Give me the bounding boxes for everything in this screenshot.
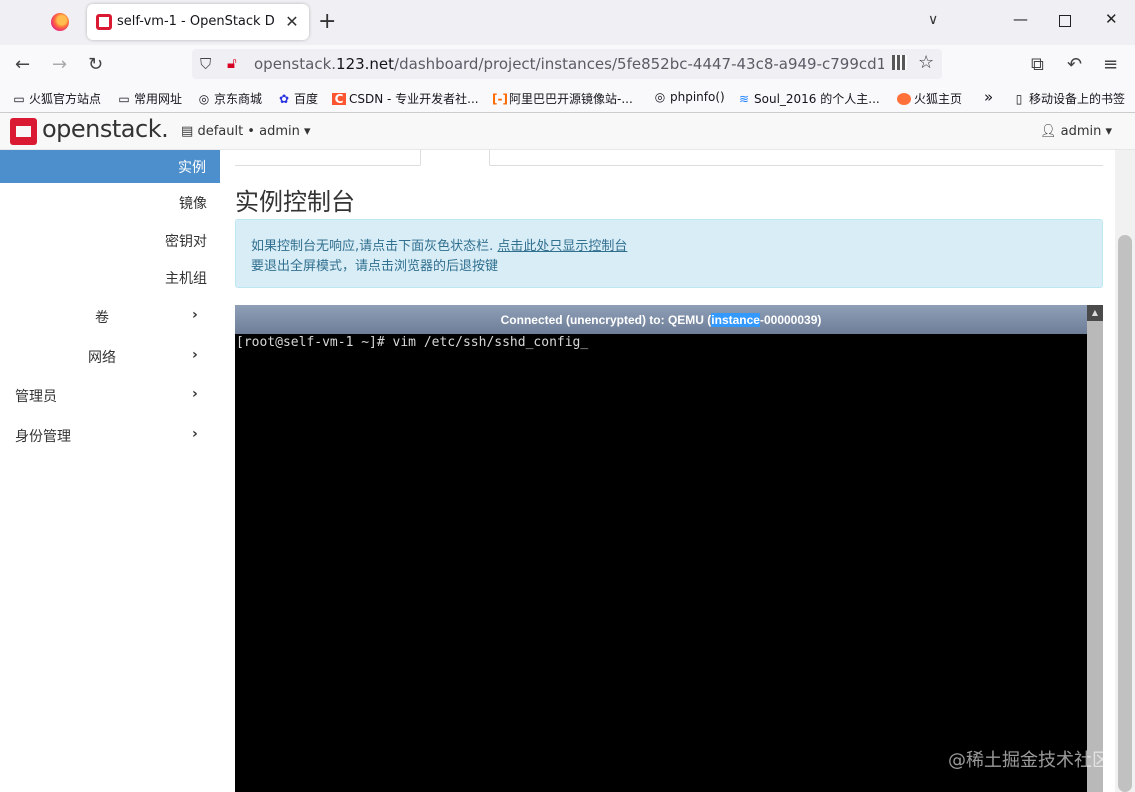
openstack-header: openstack. ▤ default • admin ▾ 👤︎ admin … xyxy=(0,113,1135,150)
project-icon: ▤ xyxy=(181,124,194,139)
instance-tabs xyxy=(235,150,1103,166)
vnc-console[interactable]: Connected (unencrypted) to: QEMU (instan… xyxy=(235,305,1087,792)
console-only-link[interactable]: 点击此处只显示控制台 xyxy=(497,239,627,254)
bookmark-item[interactable]: ◎ phpinfo() xyxy=(653,90,725,104)
sidebar-group-network[interactable]: 网络 xyxy=(88,347,116,367)
close-window-icon[interactable]: ✕ xyxy=(1105,10,1118,28)
page-title: 实例控制台 xyxy=(235,188,355,216)
folder-icon: ▭ xyxy=(13,91,25,106)
list-all-tabs-icon[interactable]: ∨ xyxy=(928,12,938,28)
reload-icon[interactable]: ↻ xyxy=(88,54,103,76)
shield-icon[interactable]: ⛉ xyxy=(200,55,211,73)
console-status-bar[interactable]: Connected (unencrypted) to: QEMU (instan… xyxy=(235,305,1087,334)
firefox-icon xyxy=(897,92,911,105)
scroll-up-icon[interactable]: ▲ xyxy=(1087,305,1103,321)
aliyun-icon: [-] xyxy=(492,91,508,106)
bookmark-item[interactable]: ▯ 移动设备上的书签 xyxy=(1012,90,1125,107)
bookmark-star-icon[interactable]: ☆ xyxy=(918,52,934,73)
back-icon[interactable]: ← xyxy=(15,54,30,76)
browser-tab-active[interactable]: self-vm-1 - OpenStack Dashb ✕ xyxy=(87,4,309,40)
chevron-right-icon[interactable]: › xyxy=(192,347,198,363)
sidebar-section-admin[interactable]: 管理员 xyxy=(15,386,57,406)
watermark: @稀土掘金技术社区 xyxy=(948,750,1110,771)
main-content: 实例控制台 如果控制台无响应,请点击下面灰色状态栏. 点击此处只显示控制台 要退… xyxy=(220,150,1115,792)
firefox-icon[interactable] xyxy=(51,13,69,31)
project-switcher[interactable]: ▤ default • admin ▾ xyxy=(181,124,311,139)
sidebar: 实例 镜像 密钥对 主机组 卷 › 网络 › 管理员 › 身份管理 › xyxy=(0,150,220,792)
close-tab-icon[interactable]: ✕ xyxy=(281,11,303,33)
sidebar-section-identity[interactable]: 身份管理 xyxy=(15,426,71,446)
openstack-favicon-icon xyxy=(96,14,112,30)
share-icon[interactable]: ↶ xyxy=(1067,54,1082,76)
mobile-icon: ▯ xyxy=(1015,91,1023,106)
bookmark-item[interactable]: ≋ Soul_2016 的个人主... xyxy=(737,90,880,107)
console-scrollbar[interactable]: ▲ xyxy=(1087,305,1103,792)
csdn-icon: C xyxy=(332,92,346,105)
bookmark-item[interactable]: 火狐主页 xyxy=(897,90,962,107)
chevron-right-icon[interactable]: › xyxy=(192,307,198,323)
bookmark-item[interactable]: C CSDN - 专业开发者社... xyxy=(332,90,479,107)
bookmark-icon: ≋ xyxy=(738,91,750,106)
url-text[interactable]: openstack.123.net/dashboard/project/inst… xyxy=(254,55,884,73)
page-scrollbar[interactable] xyxy=(1115,150,1135,792)
bookmarks-bar: ▭ 火狐官方站点 ▭ 常用网址 ◎ 京东商城 ✿ 百度 C CSDN - 专业开发者社..… xyxy=(0,85,1135,113)
scrollbar-thumb[interactable] xyxy=(1118,235,1132,792)
forward-icon[interactable]: → xyxy=(52,54,67,76)
bookmarks-overflow-button[interactable]: » xyxy=(984,88,993,106)
alert-text: 如果控制台无响应,请点击下面灰色状态栏. 点击此处只显示控制台 xyxy=(251,239,628,254)
chevron-right-icon[interactable]: › xyxy=(192,426,198,442)
caret-down-icon: ▾ xyxy=(1105,124,1113,139)
user-icon: 👤︎ xyxy=(1040,124,1057,139)
new-tab-button[interactable]: + xyxy=(318,9,336,35)
address-bar[interactable]: ⛉ 🔓︎ openstack.123.net/dashboard/project… xyxy=(192,49,942,79)
bookmark-item[interactable]: ✿ 百度 xyxy=(277,90,318,107)
console-output[interactable]: [root@self-vm-1 ~]# vim /etc/ssh/sshd_co… xyxy=(236,335,588,350)
info-alert: 如果控制台无响应,请点击下面灰色状态栏. 点击此处只显示控制台 要退出全屏模式，… xyxy=(235,219,1103,288)
crop-icon[interactable]: ⧉ xyxy=(1031,54,1044,76)
alert-text-2: 要退出全屏模式，请点击浏览器的后退按键 xyxy=(251,259,499,274)
minimize-icon[interactable]: — xyxy=(1013,10,1028,28)
openstack-logo-text[interactable]: openstack. xyxy=(42,115,169,143)
globe-icon: ◎ xyxy=(654,90,666,104)
menu-icon[interactable]: ≡ xyxy=(1103,54,1118,76)
qr-code-icon[interactable] xyxy=(892,55,907,70)
folder-icon: ▭ xyxy=(118,91,130,106)
chevron-right-icon[interactable]: › xyxy=(192,386,198,402)
bookmark-item[interactable]: ▭ 火狐官方站点 xyxy=(12,90,101,107)
baidu-icon: ✿ xyxy=(278,91,290,106)
tab-title: self-vm-1 - OpenStack Dashb xyxy=(117,14,275,29)
openstack-logo-icon[interactable] xyxy=(10,118,37,145)
tab-console[interactable] xyxy=(420,150,490,166)
sidebar-item-images[interactable]: 镜像 xyxy=(179,193,207,213)
browser-tab-bar: self-vm-1 - OpenStack Dashb ✕ + ∨ — ✕ xyxy=(0,0,1135,45)
bookmark-item[interactable]: ▭ 常用网址 xyxy=(117,90,182,107)
sidebar-item-keypairs[interactable]: 密钥对 xyxy=(165,231,207,251)
sidebar-item-server-groups[interactable]: 主机组 xyxy=(165,268,207,288)
user-menu[interactable]: 👤︎ admin ▾ xyxy=(1040,124,1112,139)
sidebar-item-instances[interactable]: 实例 xyxy=(0,150,220,183)
insecure-lock-icon[interactable]: 🔓︎ xyxy=(227,54,237,72)
bookmark-item[interactable]: ◎ 京东商城 xyxy=(197,90,262,107)
globe-icon: ◎ xyxy=(198,91,210,106)
maximize-icon[interactable] xyxy=(1059,15,1071,27)
caret-down-icon: ▾ xyxy=(304,124,311,139)
bookmark-item[interactable]: [-] 阿里巴巴开源镜像站-... xyxy=(492,90,633,107)
sidebar-group-volumes[interactable]: 卷 xyxy=(95,307,109,327)
